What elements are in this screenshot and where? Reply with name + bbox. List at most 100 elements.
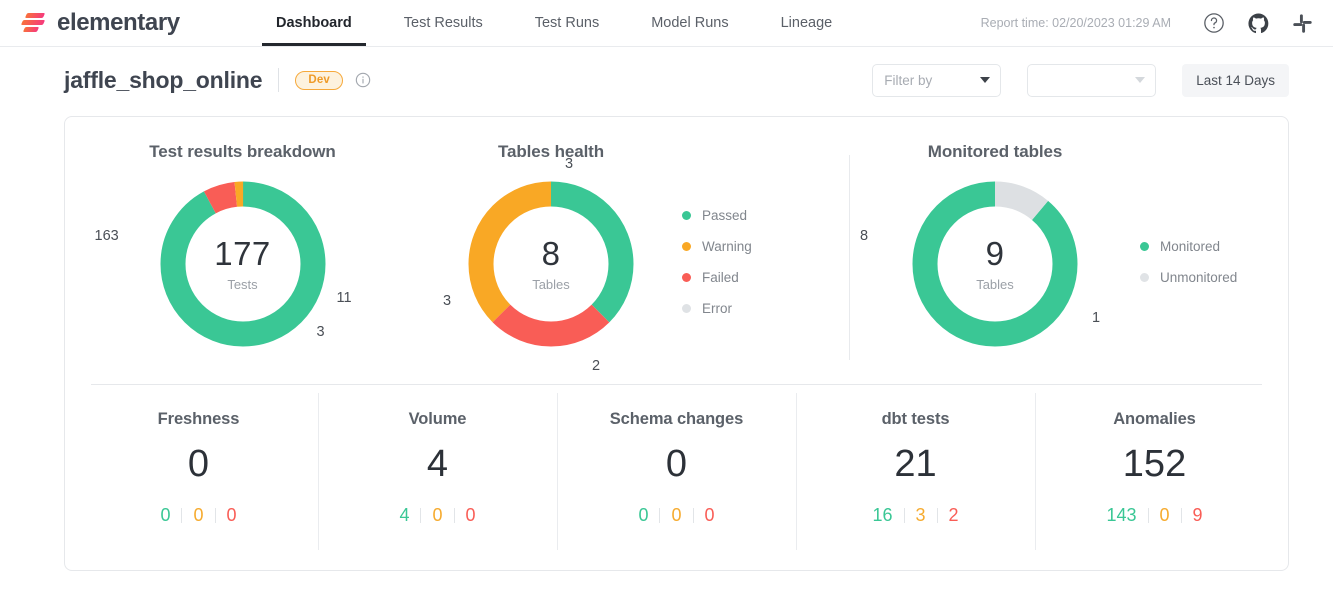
- stat-total: 0: [665, 443, 688, 485]
- stat-warning: 0: [193, 505, 204, 525]
- tab-dashboard[interactable]: Dashboard: [250, 0, 378, 46]
- legend-item-failed[interactable]: Failed: [682, 262, 752, 293]
- stat-failed: 0: [226, 505, 237, 525]
- legend-item-monitored[interactable]: Monitored: [1140, 231, 1237, 262]
- nav-right-group: Report time: 02/20/2023 01:29 AM: [981, 0, 1333, 46]
- slice-label-unmonitored: 1: [1092, 310, 1101, 326]
- report-time: Report time: 02/20/2023 01:29 AM: [980, 16, 1171, 30]
- chart-monitored-tables: Monitored tables 9 Tables 8 1 Monitored …: [850, 117, 1288, 384]
- stat-total: 0: [187, 443, 210, 485]
- stat-passed: 16: [872, 505, 893, 525]
- stat-anomalies[interactable]: Anomalies 152 143 0 9: [1035, 385, 1274, 570]
- stat-warning: 0: [671, 505, 682, 525]
- filter-by-value: Filter by: [884, 72, 933, 88]
- chart-title: Test results breakdown: [149, 142, 336, 161]
- dashboard-card: Test results breakdown 177 Tests 163 11 …: [64, 116, 1289, 571]
- stat-warning: 3: [915, 505, 926, 525]
- stat-failed: 0: [704, 505, 715, 525]
- legend-dot-icon: [682, 210, 691, 220]
- slice-label-warning: 3: [443, 293, 452, 309]
- chevron-down-icon: [980, 77, 991, 83]
- legend-dot-icon: [682, 272, 691, 282]
- legend-label: Warning: [702, 238, 752, 254]
- donut-chart[interactable]: 8 Tables 3 2 3: [443, 156, 637, 374]
- stat-total: 152: [1122, 443, 1187, 485]
- stat-dbt-tests[interactable]: dbt tests 21 16 3 2: [796, 385, 1035, 570]
- stat-breakdown: 0 0 0: [627, 505, 725, 526]
- legend-dot-icon: [1140, 241, 1149, 251]
- legend-item-unmonitored[interactable]: Unmonitored: [1140, 262, 1237, 293]
- tab-model-runs[interactable]: Model Runs: [625, 0, 754, 46]
- github-icon[interactable]: [1243, 8, 1273, 38]
- legend-label: Unmonitored: [1160, 269, 1238, 285]
- filter-by-select[interactable]: Filter by: [872, 63, 1002, 97]
- title-divider: [278, 68, 280, 92]
- slice-label-passed: 3: [565, 156, 574, 172]
- elementary-logo-icon: [20, 11, 46, 35]
- stat-title: dbt tests: [881, 410, 950, 428]
- stat-breakdown: 0 0 0: [149, 505, 247, 526]
- tab-lineage[interactable]: Lineage: [755, 0, 859, 46]
- chart-test-results-breakdown: Test results breakdown 177 Tests 163 11 …: [65, 117, 420, 384]
- legend-label: Error: [702, 300, 732, 316]
- tab-test-runs[interactable]: Test Runs: [509, 0, 625, 46]
- legend-item-error[interactable]: Error: [682, 293, 752, 324]
- stat-breakdown: 4 0 0: [388, 505, 486, 526]
- brand-name: elementary: [57, 9, 180, 36]
- stat-volume[interactable]: Volume 4 4 0 0: [318, 385, 557, 570]
- legend-label: Failed: [702, 269, 739, 285]
- slice-label-failed: 2: [592, 358, 601, 374]
- legend-dot-icon: [682, 241, 691, 251]
- brand-logo[interactable]: elementary: [0, 0, 250, 46]
- nav-tabs: Dashboard Test Results Test Runs Model R…: [250, 0, 858, 46]
- slice-label-warning: 3: [316, 324, 325, 340]
- slice-passed: [160, 181, 325, 347]
- stat-title: Freshness: [157, 410, 240, 428]
- stat-failed: 2: [948, 505, 959, 525]
- top-navigation-bar: elementary Dashboard Test Results Test R…: [0, 0, 1333, 47]
- chart-title: Monitored tables: [927, 142, 1063, 161]
- slice-label-failed: 11: [336, 290, 352, 306]
- stat-passed: 0: [638, 505, 649, 525]
- chart-title: Tables health: [497, 142, 605, 161]
- header-controls: Filter by Last 14 Days: [872, 63, 1289, 97]
- help-circle-icon[interactable]: [1199, 8, 1229, 38]
- stat-total: 21: [894, 443, 937, 485]
- status-legend: Passed Warning Failed Error: [682, 178, 752, 324]
- stats-row: Freshness 0 0 0 0 Volume 4 4 0 0 Schema …: [65, 385, 1288, 570]
- stat-warning: 0: [432, 505, 443, 525]
- page-header: jaffle_shop_online Dev Filter by Last 14…: [0, 47, 1333, 113]
- page-title: jaffle_shop_online: [64, 66, 263, 93]
- legend-item-warning[interactable]: Warning: [682, 231, 752, 262]
- stat-breakdown: 143 0 9: [1095, 505, 1213, 526]
- stat-breakdown: 16 3 2: [861, 505, 969, 526]
- stat-passed: 0: [160, 505, 171, 525]
- stat-schema-changes[interactable]: Schema changes 0 0 0 0: [557, 385, 796, 570]
- slice-label-passed: 163: [94, 228, 119, 244]
- legend-dot-icon: [682, 303, 691, 313]
- stat-passed: 4: [399, 505, 410, 525]
- monitored-legend: Monitored Unmonitored: [1140, 209, 1237, 293]
- tab-test-results[interactable]: Test Results: [378, 0, 509, 46]
- info-circle-icon[interactable]: [355, 72, 371, 88]
- stat-passed: 143: [1106, 505, 1137, 525]
- slack-icon[interactable]: [1287, 8, 1317, 38]
- legend-dot-icon: [1140, 272, 1149, 282]
- stat-failed: 0: [465, 505, 476, 525]
- status-badge: Dev: [295, 70, 344, 90]
- stat-warning: 0: [1159, 505, 1170, 525]
- stat-freshness[interactable]: Freshness 0 0 0 0: [79, 385, 318, 570]
- slice-label-monitored: 8: [860, 228, 869, 244]
- legend-item-passed[interactable]: Passed: [682, 200, 752, 231]
- donut-chart[interactable]: 9 Tables 8 1: [860, 178, 1100, 350]
- stat-title: Schema changes: [609, 410, 744, 428]
- date-range-button[interactable]: Last 14 Days: [1182, 63, 1289, 97]
- legend-label: Monitored: [1160, 238, 1221, 254]
- stat-total: 4: [426, 443, 449, 485]
- secondary-select[interactable]: [1027, 63, 1157, 97]
- donut-section: Test results breakdown 177 Tests 163 11 …: [65, 117, 1288, 384]
- chevron-down-icon: [1135, 77, 1146, 83]
- stat-title: Volume: [408, 410, 467, 428]
- legend-label: Passed: [702, 207, 748, 223]
- donut-chart[interactable]: 177 Tests 163 11 3: [95, 178, 352, 350]
